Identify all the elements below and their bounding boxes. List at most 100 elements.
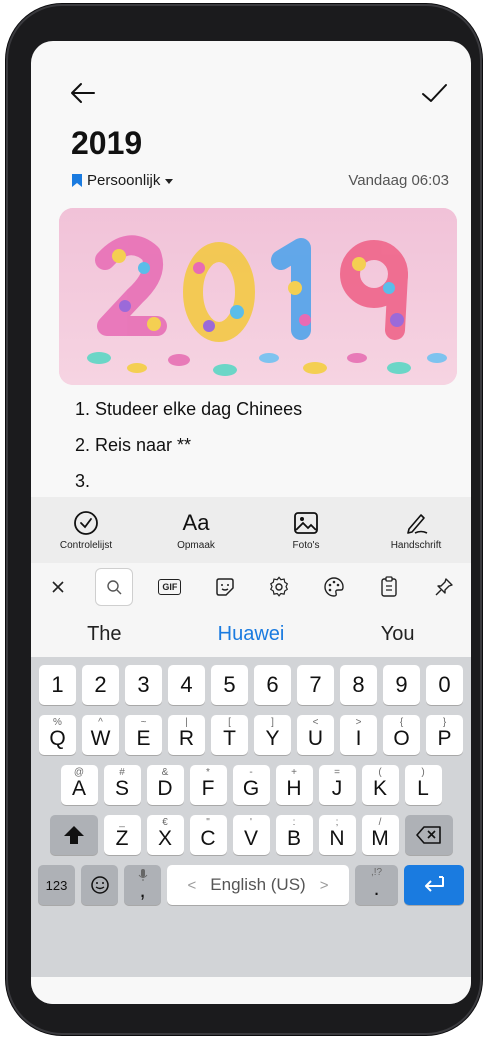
list-item[interactable]: 2. Reis naar ** (75, 434, 302, 470)
key[interactable]: ] Y (254, 715, 291, 755)
format-label: Opmaak (177, 539, 215, 551)
palette-icon[interactable] (316, 569, 352, 605)
key[interactable]: € X (146, 815, 184, 855)
space-left-arrow: < (187, 876, 197, 894)
key-label: 1 (51, 672, 64, 697)
key[interactable]: = J (318, 765, 356, 805)
enter-icon (425, 876, 444, 892)
enter-key[interactable] (404, 865, 464, 905)
key[interactable]: ; N (318, 815, 356, 855)
note-toolbar: Controlelijst Aa Opmaak Foto's Handschri… (31, 497, 471, 563)
key-label: F (201, 777, 215, 800)
key[interactable]: {O (383, 715, 420, 755)
backspace-key[interactable] (404, 815, 453, 855)
key-secondary-label: ' (250, 817, 252, 828)
format-button[interactable]: Aa Opmaak (151, 510, 241, 551)
key-label: B (286, 827, 301, 850)
key[interactable]: ^ W (82, 715, 119, 755)
key[interactable]: 9 (383, 665, 420, 705)
key-label: T (223, 727, 236, 750)
emoji-key[interactable] (81, 865, 118, 905)
key[interactable]: & D (146, 765, 184, 805)
key[interactable]: ) L (404, 765, 442, 805)
suggestion-right[interactable]: You (324, 623, 471, 646)
back-arrow-icon[interactable] (67, 77, 99, 109)
settings-icon[interactable] (261, 569, 297, 605)
checklist-icon (74, 510, 98, 535)
key-secondary-label: > (355, 717, 362, 728)
key[interactable]: _ Z (103, 815, 141, 855)
key-label: Z (115, 827, 129, 850)
key-label: 2 (94, 672, 107, 697)
list-item[interactable]: 1. Studeer elke dag Chinees (75, 398, 302, 434)
key[interactable]: } P (426, 715, 463, 755)
checklist-label: Controlelijst (59, 539, 113, 551)
key-label: Q (49, 727, 66, 750)
key-secondary-label: - (249, 767, 253, 778)
key[interactable]: > I (340, 715, 377, 755)
numbers-key-label: 123 (45, 877, 68, 893)
key[interactable]: @ A (60, 765, 98, 805)
handwriting-label: Handschrift (390, 539, 442, 551)
key-label: O (393, 727, 410, 750)
clipboard-icon[interactable] (371, 569, 407, 605)
key[interactable]: % Q (39, 715, 76, 755)
search-icon[interactable] (95, 568, 134, 606)
key[interactable]: " C (189, 815, 227, 855)
bookmark-icon (72, 174, 82, 187)
key[interactable]: ~ E (125, 715, 162, 755)
key[interactable]: -G (232, 765, 270, 805)
key[interactable]: 2 (82, 665, 119, 705)
period-key[interactable]: ,!? . (355, 865, 398, 905)
key[interactable]: 8 (340, 665, 377, 705)
note-list[interactable]: 1. Studeer elke dag Chinees 2. Reis naar… (75, 398, 302, 506)
key[interactable]: 3 (125, 665, 162, 705)
key[interactable]: < U (297, 715, 334, 755)
number-row: 1 2 3 4 5 6 7 8 9 0 (31, 665, 471, 705)
key[interactable]: 7 (297, 665, 334, 705)
sticker-icon[interactable] (207, 569, 243, 605)
suggestion-left[interactable]: The (31, 623, 178, 646)
numbers-key[interactable]: 123 (38, 865, 75, 905)
key[interactable]: + H (275, 765, 313, 805)
confirm-check-icon[interactable] (418, 77, 450, 109)
key[interactable]: 1 (39, 665, 76, 705)
key-label: M (371, 827, 389, 850)
note-image[interactable] (59, 208, 457, 385)
space-bar-label: English (US) (210, 875, 306, 894)
key-label: W (90, 727, 111, 750)
key[interactable]: # S (103, 765, 141, 805)
key-secondary-label: ^ (98, 717, 103, 728)
key[interactable]: | R (168, 715, 205, 755)
key[interactable]: 6 (254, 665, 291, 705)
shift-key[interactable] (49, 815, 98, 855)
key-secondary-label: ] (271, 717, 274, 728)
comma-key[interactable]: , (124, 865, 161, 905)
phone-frame: 2019 Persoonlijk Vandaag 06:03 1. Studee… (6, 4, 482, 1035)
key-secondary-label: | (185, 717, 188, 728)
checklist-button[interactable]: Controlelijst (41, 510, 131, 551)
key-secondary-label: " (206, 817, 210, 828)
key[interactable]: ' V (232, 815, 270, 855)
space-bar[interactable]: < English (US) > (167, 865, 349, 905)
category-selector[interactable]: Persoonlijk (71, 172, 174, 189)
key[interactable]: 5 (211, 665, 248, 705)
handwriting-button[interactable]: Handschrift (371, 510, 461, 551)
navigation-area (31, 977, 471, 1004)
note-title[interactable]: 2019 (71, 125, 142, 162)
key[interactable]: (K (361, 765, 399, 805)
key-secondary-label: ~ (140, 717, 147, 728)
gif-icon[interactable]: GIF (152, 569, 188, 605)
key[interactable]: / M (361, 815, 399, 855)
key[interactable]: [T (211, 715, 248, 755)
pin-icon[interactable] (426, 569, 462, 605)
suggestion-center[interactable]: Huawei (178, 623, 325, 646)
key[interactable]: 4 (168, 665, 205, 705)
photos-button[interactable]: Foto's (261, 510, 351, 551)
key-label: 0 (438, 672, 451, 697)
key[interactable]: * F (189, 765, 227, 805)
key-secondary-label: # (119, 767, 125, 778)
key[interactable]: :B (275, 815, 313, 855)
key[interactable]: 0 (426, 665, 463, 705)
close-icon[interactable] (40, 569, 76, 605)
